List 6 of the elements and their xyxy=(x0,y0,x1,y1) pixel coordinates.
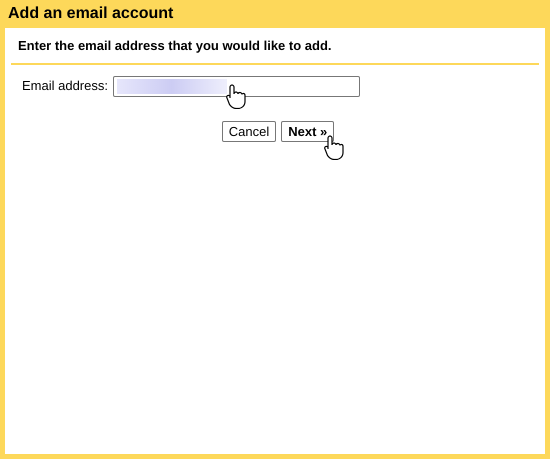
hand-cursor-icon xyxy=(226,82,246,108)
window-title: Add an email account xyxy=(7,4,174,24)
email-label: Email address: xyxy=(22,77,108,96)
cancel-button[interactable]: Cancel xyxy=(222,120,276,142)
instruction-text: Enter the email address that you would like to add. xyxy=(17,37,333,55)
hand-cursor-icon xyxy=(324,134,344,160)
